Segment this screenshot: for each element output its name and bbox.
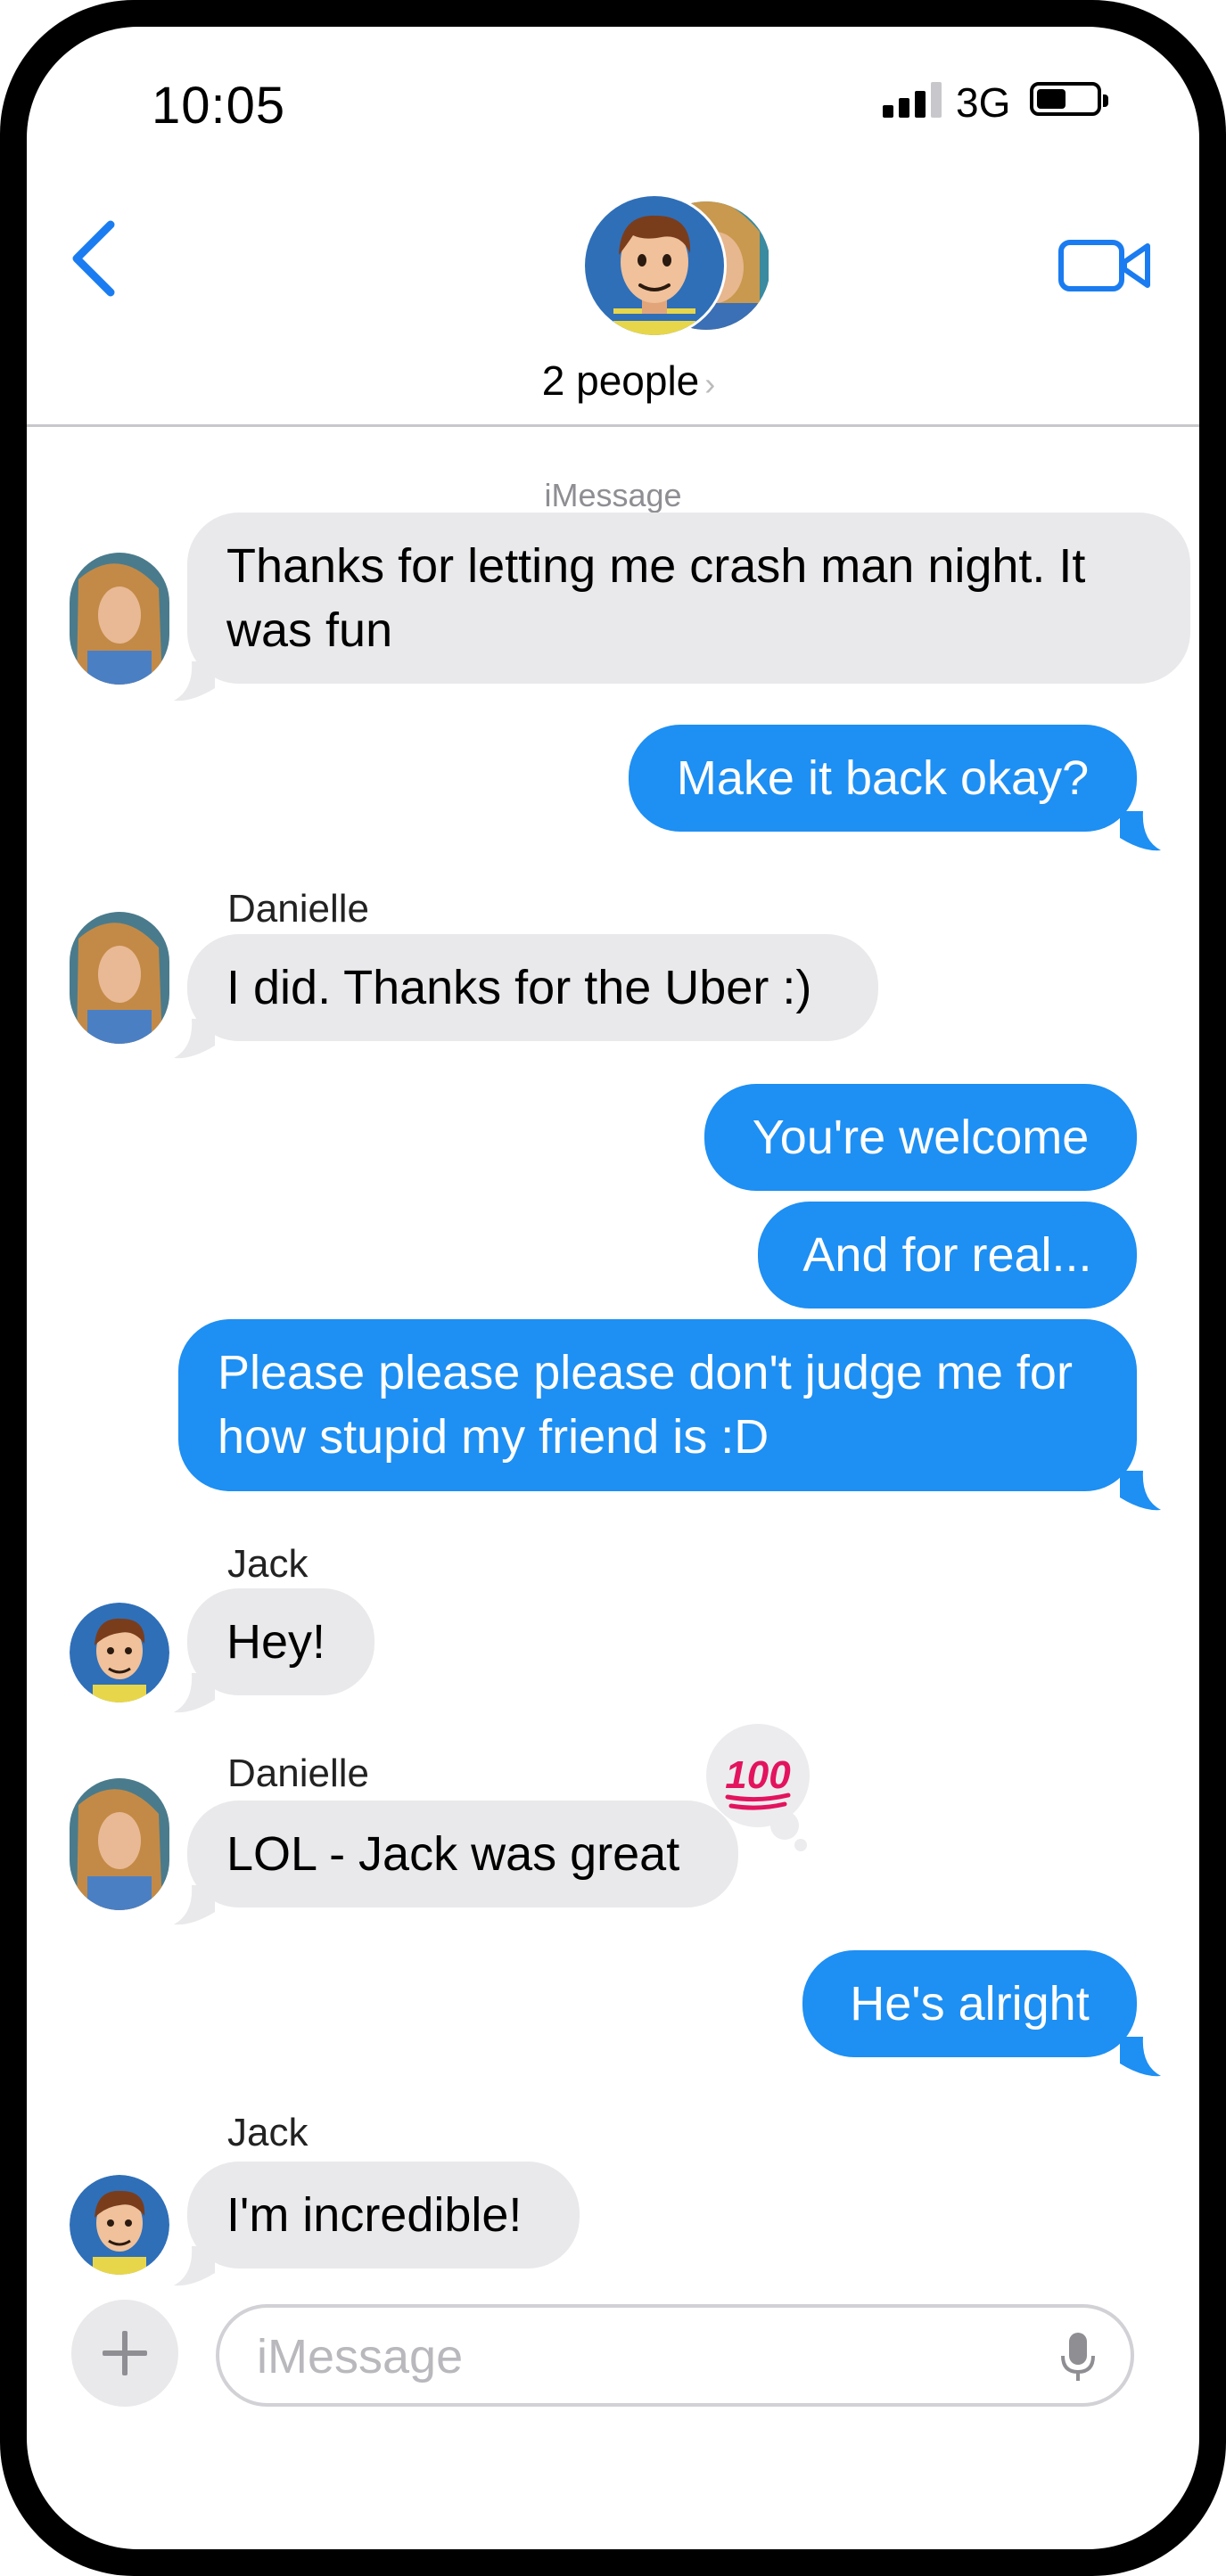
service-label: iMessage [544, 477, 682, 513]
message-text: Please please please don't judge me for [218, 1346, 1073, 1399]
message-text: was fun [226, 603, 393, 657]
message-bubble-outgoing[interactable]: And for real... [758, 1202, 1137, 1309]
battery-icon [1030, 82, 1108, 116]
message-text: how stupid my friend is :D [218, 1410, 769, 1464]
messages-screen: 10:05 3G 2 people › iMessage Thanks for … [27, 27, 1199, 2549]
phone-frame: 10:05 3G 2 people › iMessage Thanks for … [0, 0, 1226, 2576]
bubble-tail [1120, 811, 1161, 851]
signal-icon [883, 82, 943, 118]
message-bubble-outgoing[interactable]: He's alright [802, 1950, 1137, 2057]
avatar-jack[interactable] [70, 1603, 169, 1702]
avatar-danielle[interactable] [70, 1778, 169, 1910]
sender-name: Jack [227, 1542, 309, 1586]
microphone-icon[interactable] [1059, 2331, 1097, 2384]
bubble-tail [174, 661, 215, 701]
message-text: Thanks for letting me crash man night. I… [226, 539, 1086, 593]
hundred-icon: 100 [725, 1753, 791, 1797]
bubble-tail [1120, 2037, 1161, 2077]
header-divider [27, 424, 1199, 427]
sender-name: Jack [227, 2111, 309, 2154]
group-avatar[interactable] [581, 193, 770, 348]
message-bubble-outgoing[interactable]: Make it back okay? [629, 725, 1137, 832]
conversation-title[interactable]: 2 people › [517, 357, 740, 405]
message-bubble-incoming[interactable]: LOL - Jack was great [187, 1801, 738, 1907]
message-bubble-incoming[interactable]: I did. Thanks for the Uber :) [187, 934, 878, 1041]
tapback-100-reaction[interactable]: 100 [695, 1720, 820, 1854]
bubble-tail [174, 2246, 215, 2286]
bubble-tail [174, 1673, 215, 1713]
message-bubble-incoming[interactable]: Thanks for letting me crash man night. I… [187, 513, 1190, 684]
bubble-tail [1120, 1471, 1161, 1511]
message-bubble-outgoing[interactable]: Please please please don't judge me for … [178, 1319, 1137, 1491]
network-label: 3G [956, 79, 1011, 126]
back-chevron-icon[interactable] [64, 214, 127, 303]
message-input[interactable] [255, 2324, 990, 2390]
bubble-tail [174, 1885, 215, 1925]
sender-name: Danielle [227, 887, 369, 931]
message-input-field [216, 2304, 1134, 2407]
add-attachment-button[interactable] [71, 2300, 178, 2407]
message-bubble-incoming[interactable]: Hey! [187, 1588, 374, 1695]
video-call-icon[interactable] [1057, 230, 1155, 301]
sender-name: Danielle [227, 1752, 369, 1795]
status-time: 10:05 [152, 77, 286, 135]
avatar-jack[interactable] [70, 2175, 169, 2275]
people-count-label: 2 people [541, 357, 700, 404]
avatar-danielle[interactable] [70, 912, 169, 1044]
message-bubble-incoming[interactable]: I'm incredible! [187, 2162, 580, 2268]
avatar-danielle[interactable] [70, 553, 169, 685]
bubble-tail [174, 1019, 215, 1059]
chevron-right-icon: › [704, 365, 716, 402]
message-bubble-outgoing[interactable]: You're welcome [704, 1084, 1137, 1191]
